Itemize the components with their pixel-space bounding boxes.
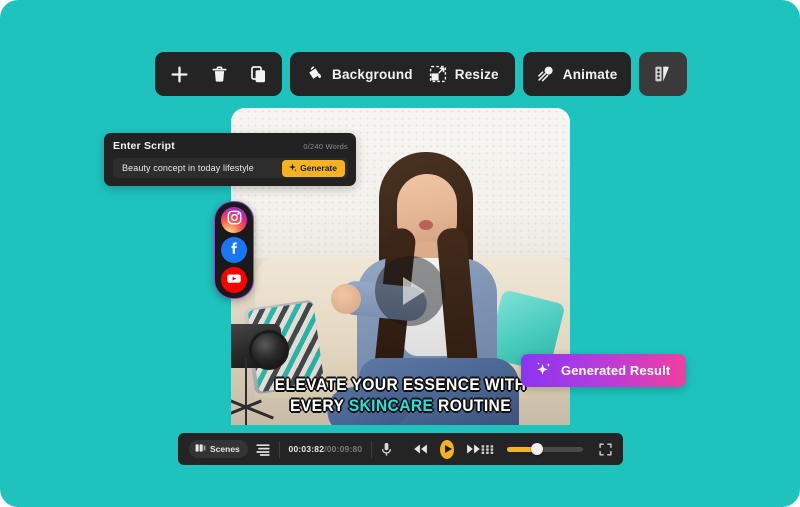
resize-label: Resize — [454, 66, 499, 82]
scenes-label: Scenes — [210, 444, 240, 454]
enter-script-panel: Enter Script 0/240 Words Generate — [104, 133, 356, 186]
social-share-rail — [214, 201, 254, 299]
color-palette-icon[interactable] — [653, 64, 673, 84]
total-time: 00:09:80 — [326, 444, 363, 454]
youtube-button[interactable] — [221, 267, 247, 293]
scenes-button[interactable]: Scenes — [189, 440, 248, 458]
background-label: Background — [332, 66, 413, 82]
layers-list-icon[interactable] — [256, 443, 270, 456]
facebook-button[interactable] — [221, 237, 247, 263]
magic-wand-icon — [537, 65, 555, 83]
plus-icon[interactable] — [171, 65, 188, 83]
scenes-icon — [195, 443, 206, 455]
script-panel-title: Enter Script — [113, 140, 175, 152]
playback-control-bar: Scenes 00:03:82/00:09:80 — [178, 433, 623, 465]
animate-button[interactable]: Animate — [537, 65, 618, 83]
zoom-slider[interactable] — [506, 443, 583, 455]
rewind-icon[interactable] — [413, 443, 428, 455]
generated-result-badge[interactable]: Generated Result — [521, 354, 687, 387]
instagram-button[interactable] — [221, 207, 247, 233]
generated-result-label: Generated Result — [561, 363, 671, 378]
toolbar-group-canvas-actions: Background Resize — [290, 52, 515, 96]
script-panel-header: Enter Script 0/240 Words — [113, 140, 348, 152]
caption-line-1: ELEVATE YOUR ESSENCE WITH — [274, 375, 527, 394]
trash-icon[interactable] — [212, 65, 227, 83]
control-divider-1 — [278, 440, 280, 458]
generate-label: Generate — [300, 163, 337, 173]
toolbar-group-animate-actions: Animate — [522, 52, 632, 96]
top-toolbar: Background Resize Animate — [155, 52, 688, 96]
paint-bucket-icon — [306, 65, 324, 83]
zoom-slider-thumb[interactable] — [531, 443, 544, 455]
fast-forward-icon[interactable] — [466, 443, 481, 455]
app-canvas: Background Resize Animate ELEVATE YOUR E… — [0, 0, 800, 507]
animate-label: Animate — [562, 66, 618, 82]
youtube-icon — [226, 270, 242, 291]
script-word-count: 0/240 Words — [303, 141, 348, 151]
instagram-icon — [227, 210, 242, 230]
sparkle-icon — [288, 163, 297, 174]
video-caption: ELEVATE YOUR ESSENCE WITH EVERY SKINCARE… — [245, 374, 557, 416]
play-icon — [402, 277, 425, 305]
duplicate-icon[interactable] — [251, 65, 266, 83]
fullscreen-icon[interactable] — [599, 442, 612, 456]
caption-line-2: EVERY SKINCARE ROUTINE — [245, 395, 557, 416]
control-divider-2 — [371, 440, 373, 458]
caption-line-2-after: ROUTINE — [433, 396, 512, 415]
sparkle-icon — [534, 360, 553, 382]
facebook-icon — [227, 240, 242, 260]
generate-button[interactable]: Generate — [282, 159, 345, 177]
script-input-row: Generate — [113, 158, 348, 178]
grid-icon[interactable] — [481, 444, 494, 455]
play-button[interactable] — [440, 439, 454, 459]
video-play-overlay-button[interactable] — [375, 256, 445, 326]
toolbar-group-edit-actions — [155, 52, 282, 96]
playback-time: 00:03:82/00:09:80 — [289, 444, 363, 454]
background-button[interactable]: Background — [306, 65, 413, 83]
script-input[interactable] — [120, 162, 283, 174]
resize-icon — [429, 65, 447, 83]
resize-button[interactable]: Resize — [429, 65, 499, 83]
current-time: 00:03:82 — [288, 444, 325, 454]
play-icon — [444, 445, 452, 453]
caption-line-2-before: EVERY — [289, 396, 349, 415]
caption-highlight: SKINCARE — [348, 396, 434, 415]
microphone-icon[interactable] — [381, 442, 392, 456]
toolbar-group-style-actions — [639, 52, 688, 96]
